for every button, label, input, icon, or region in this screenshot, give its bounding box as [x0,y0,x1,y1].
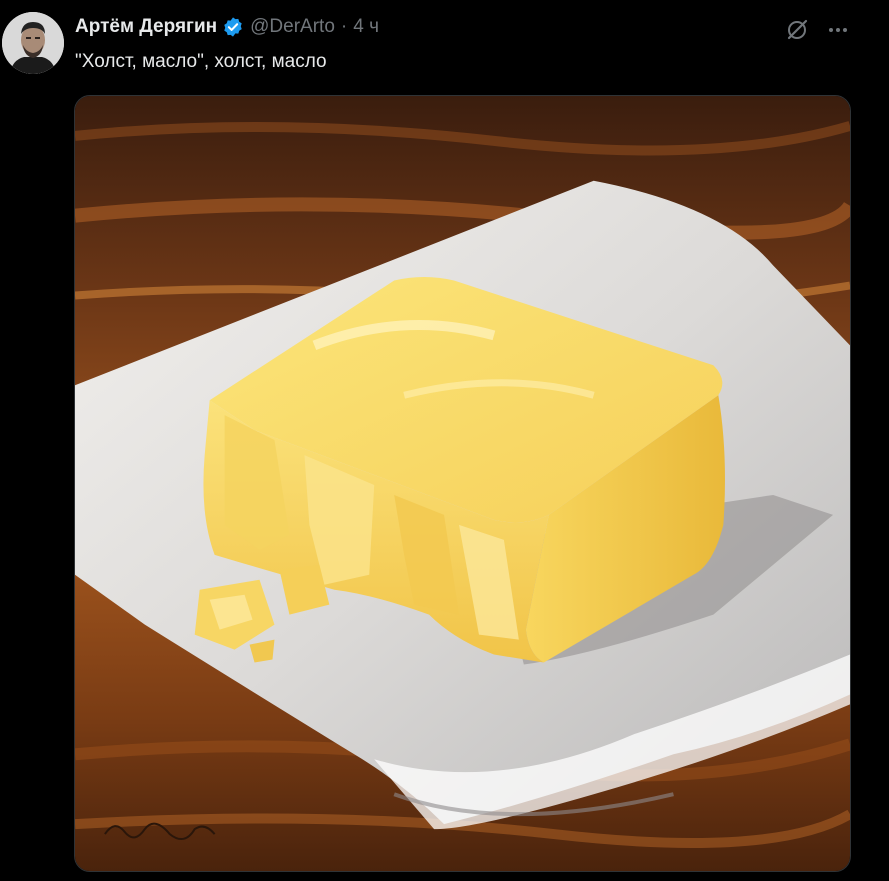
avatar[interactable] [2,12,64,74]
tweet-header: Артём Дерягин @DerArto · 4 ч [75,16,379,38]
avatar-image [2,12,64,74]
author-name[interactable]: Артём Дерягин [75,16,217,38]
verified-badge-icon[interactable] [222,16,244,38]
butter-painting-image [75,96,850,871]
separator-dot: · [340,16,348,37]
tweet-media-image[interactable] [74,95,851,872]
tweet-text: "Холст, масло", холст, масло [75,51,327,72]
timestamp[interactable]: 4 ч [353,16,379,38]
author-handle[interactable]: @DerArto [250,16,335,38]
grok-icon[interactable] [783,16,811,44]
more-dots-icon[interactable] [822,16,854,44]
